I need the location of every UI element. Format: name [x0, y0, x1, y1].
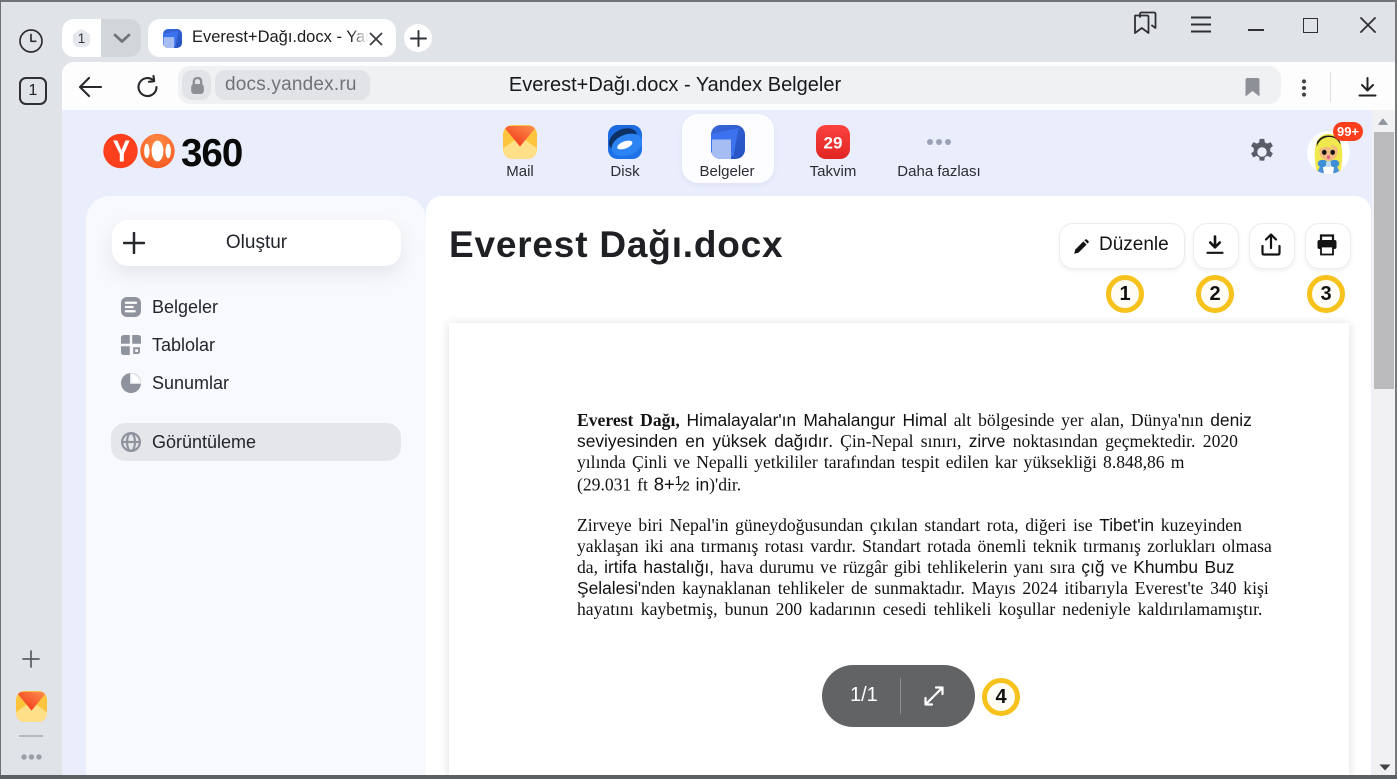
svg-text:1: 1: [78, 31, 86, 46]
svg-text:29: 29: [824, 134, 843, 153]
